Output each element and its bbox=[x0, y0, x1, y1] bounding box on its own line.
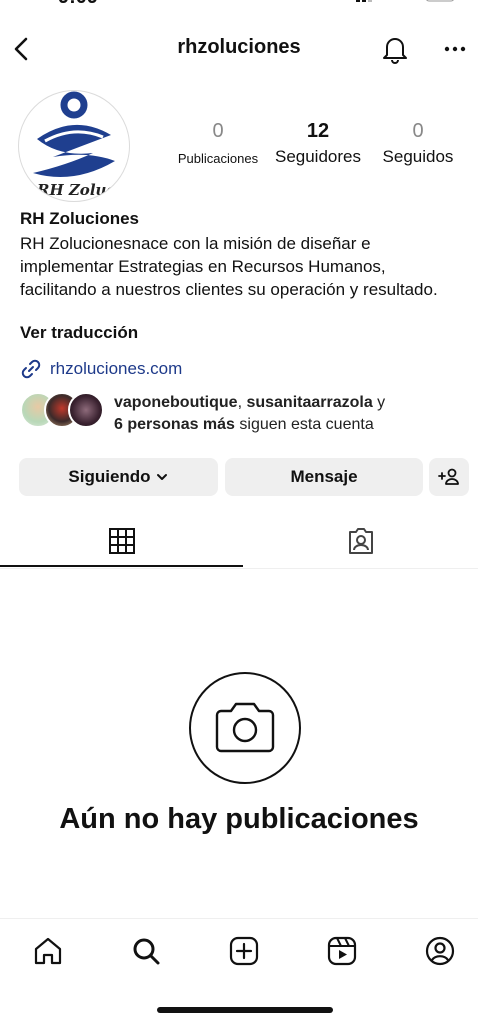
nav-home[interactable] bbox=[28, 931, 68, 971]
website-link[interactable]: rhzoluciones.com bbox=[20, 358, 182, 380]
tab-posts-grid[interactable] bbox=[0, 518, 243, 564]
followers-count: 12 bbox=[306, 120, 330, 142]
plus-square-icon bbox=[229, 936, 259, 966]
nav-reels[interactable] bbox=[322, 931, 362, 971]
suggested-people-button[interactable] bbox=[429, 458, 469, 496]
posts-label: Publicaciones bbox=[177, 151, 259, 166]
notifications-button[interactable] bbox=[378, 32, 412, 66]
tab-tagged[interactable] bbox=[243, 518, 478, 564]
home-indicator bbox=[157, 1007, 333, 1013]
reels-icon bbox=[327, 936, 357, 966]
follower-name-2[interactable]: susanitaarrazola bbox=[246, 394, 372, 411]
bell-icon bbox=[383, 38, 407, 64]
display-name: RH Zoluciones bbox=[20, 209, 140, 228]
follower-name-1[interactable]: vaponeboutique bbox=[114, 394, 238, 411]
grid-icon bbox=[108, 528, 135, 554]
message-button[interactable]: Mensaje bbox=[225, 458, 423, 496]
separator-2: y bbox=[372, 394, 386, 411]
tagged-person-icon bbox=[348, 528, 373, 554]
nav-search[interactable] bbox=[126, 931, 166, 971]
empty-state-camera bbox=[189, 672, 301, 784]
follow-suffix: siguen esta cuenta bbox=[234, 416, 374, 433]
nav-profile[interactable] bbox=[420, 931, 460, 971]
followed-by-text: vaponeboutique, susanitaarrazola y 6 per… bbox=[114, 392, 385, 436]
stat-followers[interactable]: 12 Seguidores bbox=[268, 120, 368, 167]
chevron-down-icon bbox=[156, 474, 167, 480]
bio-text: RH Zolucionesnace con la misión de diseñ… bbox=[20, 234, 438, 299]
other-followers[interactable]: 6 personas más bbox=[114, 416, 235, 433]
following-button[interactable]: Siguiendo bbox=[19, 458, 218, 496]
following-label: Seguidos bbox=[382, 147, 454, 166]
followers-label: Seguidores bbox=[274, 147, 361, 166]
active-tab-indicator bbox=[0, 565, 243, 567]
following-label-text: Siguiendo bbox=[68, 467, 151, 486]
profile-icon bbox=[425, 936, 455, 966]
follower-avatar-3 bbox=[68, 392, 104, 428]
logo-text: RH Zolucio bbox=[36, 181, 129, 199]
nav-create[interactable] bbox=[224, 931, 264, 971]
mutual-followers[interactable]: vaponeboutique, susanitaarrazola y 6 per… bbox=[20, 392, 385, 436]
status-icons bbox=[352, 0, 462, 4]
more-options-button[interactable] bbox=[438, 34, 472, 64]
empty-state-title: Aún no hay publicaciones bbox=[59, 803, 419, 835]
camera-icon bbox=[215, 702, 275, 753]
search-icon bbox=[133, 938, 160, 965]
ellipsis-icon bbox=[444, 46, 466, 52]
message-label: Mensaje bbox=[290, 467, 358, 486]
status-time: 9:09 bbox=[58, 0, 98, 9]
home-icon bbox=[34, 937, 62, 965]
website-url: rhzoluciones.com bbox=[50, 359, 183, 378]
see-translation-link[interactable]: Ver traducción bbox=[20, 323, 138, 343]
profile-avatar[interactable]: RH Zolucio bbox=[18, 90, 130, 202]
rh-zoluciones-logo: RH Zolucio bbox=[33, 91, 129, 199]
stat-following[interactable]: 0 Seguidos bbox=[368, 120, 468, 167]
stat-posts[interactable]: 0 Publicaciones bbox=[168, 120, 268, 166]
following-count: 0 bbox=[412, 120, 424, 142]
signal-icon bbox=[356, 0, 454, 2]
link-icon bbox=[21, 359, 41, 379]
posts-count: 0 bbox=[212, 120, 224, 142]
add-person-icon bbox=[438, 468, 459, 485]
